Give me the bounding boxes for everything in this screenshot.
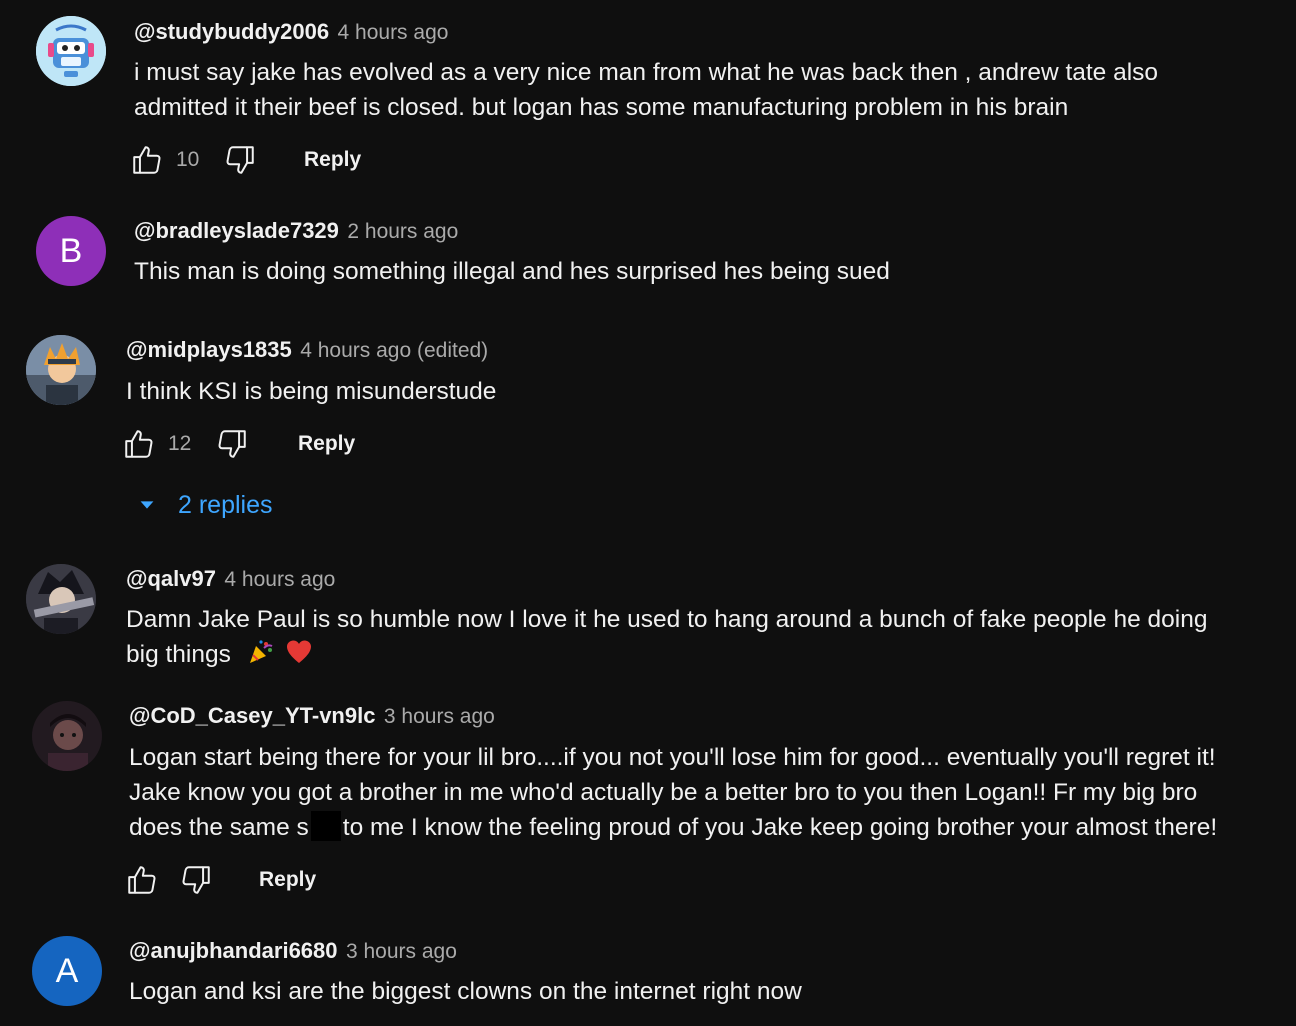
replies-count: 2 replies: [178, 491, 273, 519]
dark-anime-avatar-art: [26, 564, 96, 634]
anime-avatar-art: [26, 335, 96, 405]
comment-author[interactable]: @midplays1835: [126, 337, 292, 362]
comment-text-line-3: does the same s to me I know the feeling …: [129, 810, 1217, 845]
comment-time[interactable]: 4 hours ago (edited): [300, 339, 488, 362]
comment-text: Logan start being there for your lil bro…: [129, 740, 1217, 845]
avatar[interactable]: A: [32, 936, 102, 1006]
redaction-box: [310, 811, 341, 841]
comment-text: I think KSI is being misunderstude: [126, 374, 496, 409]
view-replies-button[interactable]: 2 replies: [136, 490, 273, 520]
comment-text-fragment: to me I know the feeling proud of you Ja…: [342, 814, 1218, 841]
like-count: 10: [176, 148, 200, 171]
avatar-letter: A: [55, 952, 79, 990]
comment-header: @qalv97 4 hours ago: [126, 566, 335, 595]
comment-author[interactable]: @anujbhandari6680: [129, 938, 338, 963]
thumbs-up-icon[interactable]: [125, 863, 159, 897]
comment-header: @studybuddy2006 4 hours ago: [134, 19, 448, 48]
comment-text-line-2: big things: [126, 637, 1207, 676]
comment-actions: 12: [122, 426, 249, 462]
comment-text-line: Jake know you got a brother in me who'd …: [129, 779, 1198, 806]
thumbs-down-icon[interactable]: [215, 427, 249, 461]
comment-text-line: I think KSI is being misunderstude: [126, 378, 497, 405]
avatar[interactable]: [36, 16, 106, 86]
avatar[interactable]: [26, 564, 96, 634]
studybuddy-avatar-art: [36, 16, 106, 86]
comment-time[interactable]: 3 hours ago: [384, 705, 495, 728]
comment-text-fragment: big things: [126, 641, 231, 668]
comment-author[interactable]: @bradleyslade7329: [134, 218, 339, 243]
comment-text-line: Damn Jake Paul is so humble now I love i…: [126, 606, 1208, 633]
avatar[interactable]: B: [36, 216, 106, 286]
comment-text-line: Logan start being there for your lil bro…: [129, 744, 1216, 771]
comment-time[interactable]: 4 hours ago: [338, 21, 449, 44]
avatar[interactable]: [32, 701, 102, 771]
thumbs-down-icon[interactable]: [179, 863, 213, 897]
comment-text-line: admitted it their beef is closed. but lo…: [134, 94, 1069, 121]
comment-text-fragment: does the same s: [129, 814, 309, 841]
caret-down-icon: [136, 494, 158, 516]
comment-author[interactable]: @qalv97: [126, 566, 216, 591]
comment-time[interactable]: 4 hours ago: [224, 568, 335, 591]
comment-time[interactable]: 2 hours ago: [347, 220, 458, 243]
thumbs-up-icon[interactable]: [130, 143, 164, 177]
red-heart-emoji: [285, 638, 313, 676]
comment-text: i must say jake has evolved as a very ni…: [134, 55, 1158, 125]
comment-author[interactable]: @CoD_Casey_YT-vn9lc: [129, 703, 375, 728]
comment-header: @CoD_Casey_YT-vn9lc 3 hours ago: [129, 703, 495, 732]
avatar[interactable]: [26, 335, 96, 405]
comment-text: Damn Jake Paul is so humble now I love i…: [126, 602, 1207, 676]
comment-text-line: Logan and ksi are the biggest clowns on …: [129, 978, 802, 1005]
thumbs-up-icon[interactable]: [122, 427, 156, 461]
avatar-letter: B: [59, 232, 83, 270]
reply-button[interactable]: Reply: [259, 867, 316, 893]
comment-text: Logan and ksi are the biggest clowns on …: [129, 974, 802, 1009]
reply-button[interactable]: Reply: [304, 147, 361, 173]
reply-button[interactable]: Reply: [298, 431, 355, 457]
comment-author[interactable]: @studybuddy2006: [134, 19, 329, 44]
comment-actions: [125, 862, 213, 898]
like-count: 12: [168, 432, 192, 455]
comment-header: @midplays1835 4 hours ago (edited): [126, 337, 488, 366]
comment-header: @bradleyslade7329 2 hours ago: [134, 218, 458, 247]
thumbs-down-icon[interactable]: [223, 143, 257, 177]
comment-text-line: This man is doing something illegal and …: [134, 258, 890, 285]
party-popper-emoji: [246, 638, 274, 676]
comment-actions: 10: [130, 142, 257, 178]
comment-text-line: i must say jake has evolved as a very ni…: [134, 59, 1159, 86]
comment-header: @anujbhandari6680 3 hours ago: [129, 938, 457, 967]
comment-time[interactable]: 3 hours ago: [346, 940, 457, 963]
dark-photo-avatar-art: [32, 701, 102, 771]
comment-text: This man is doing something illegal and …: [134, 254, 890, 289]
